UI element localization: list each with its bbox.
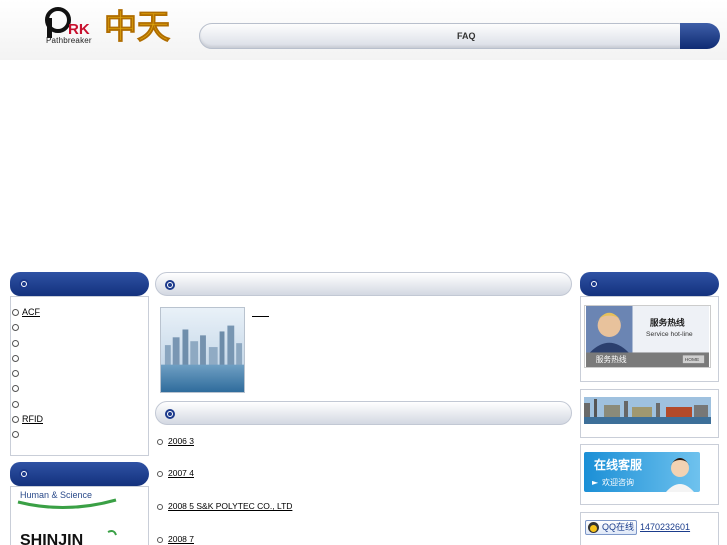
svg-text:►: ► (592, 478, 599, 487)
bullet-icon (165, 280, 175, 290)
nav-bar-end-cap (680, 23, 720, 49)
category-item[interactable]: RFID (12, 413, 43, 428)
bullet-icon (19, 469, 29, 479)
svg-text:HOME: HOME (685, 357, 700, 363)
news-item[interactable]: 2008 7 (157, 534, 232, 544)
category-item[interactable] (12, 337, 43, 352)
product-category-list: ACF RFID (12, 306, 43, 444)
news-item[interactable]: 2007 4 (157, 468, 214, 478)
category-item[interactable] (12, 367, 43, 382)
category-item[interactable]: ACF (12, 306, 43, 321)
svg-text:中天: 中天 (104, 7, 170, 46)
svg-text:服务热线: 服务热线 (596, 354, 627, 364)
partner-logo-human-science[interactable]: Human & Science (16, 488, 120, 512)
svg-text:SHINJIN: SHINJIN (20, 532, 83, 545)
center-section-header-about (155, 272, 572, 296)
category-item[interactable] (12, 352, 43, 367)
service-hotline-banner[interactable]: 服务热线 Service hot-line 服务热线 HOME (584, 305, 711, 368)
bullet-icon (19, 279, 29, 289)
svg-text:Service hot-line: Service hot-line (646, 331, 693, 338)
left-section-header-partners (10, 462, 149, 486)
category-item[interactable] (12, 382, 43, 397)
svg-text:服务热线: 服务热线 (650, 316, 685, 328)
online-customer-service-banner[interactable]: 在线客服 ► 欢迎咨询 (584, 452, 700, 492)
category-item[interactable] (12, 428, 43, 443)
partner-logo-shinjin[interactable]: SHINJIN (20, 530, 124, 545)
svg-text:欢迎咨询: 欢迎咨询 (602, 477, 634, 487)
city-skyline-image (160, 307, 245, 393)
svg-text:Human & Science: Human & Science (20, 490, 92, 500)
qq-online-button[interactable]: QQ在线 (585, 520, 637, 535)
intro-more-link[interactable] (252, 309, 269, 317)
factory-port-image[interactable] (584, 397, 711, 424)
center-section-header-news (155, 401, 572, 425)
category-item[interactable] (12, 398, 43, 413)
category-item[interactable] (12, 321, 43, 336)
left-section-header-products (10, 272, 149, 296)
qq-number-link[interactable]: 1470232601 (640, 522, 690, 532)
main-nav-bar (199, 23, 691, 49)
qq-penguin-icon (588, 522, 599, 533)
right-section-header-service (580, 272, 719, 296)
bullet-icon (165, 409, 175, 419)
news-item[interactable]: 2008 5 S&K POLYTEC CO., LTD (157, 501, 308, 511)
logo-caption: Pathbreaker (46, 36, 92, 45)
nav-faq-link[interactable]: FAQ (457, 31, 476, 41)
bullet-icon (589, 279, 599, 289)
news-item[interactable]: 2006 3 (157, 436, 214, 446)
svg-text:在线客服: 在线客服 (594, 457, 643, 472)
